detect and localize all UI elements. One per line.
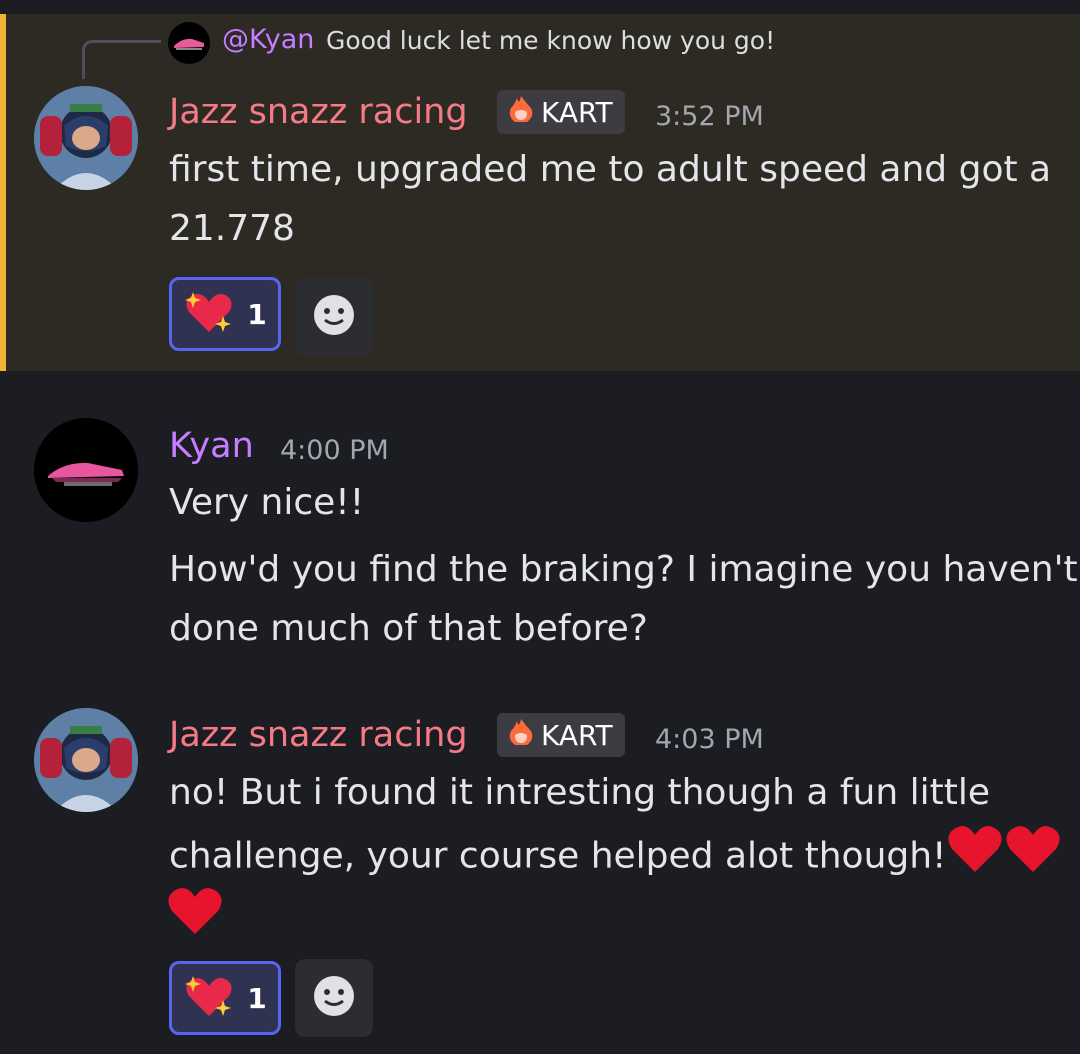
highlight-bar <box>0 14 6 371</box>
smiley-icon <box>313 294 355 340</box>
timestamp[interactable]: 4:03 PM <box>655 724 764 755</box>
role-tag-label: KART <box>541 718 613 752</box>
message-line: Very nice!! <box>169 482 365 523</box>
smiley-icon <box>313 975 355 1021</box>
top-strip <box>0 0 1080 14</box>
avatar[interactable] <box>34 708 138 812</box>
fire-icon <box>505 717 537 754</box>
reaction-button[interactable]: 1 <box>169 961 281 1035</box>
author-name[interactable]: Jazz snazz racing <box>169 715 468 755</box>
avatar[interactable] <box>34 86 138 190</box>
reply-mention[interactable]: @Kyan <box>222 24 314 55</box>
reply-connector <box>82 40 161 79</box>
heart-icon <box>166 884 224 940</box>
reaction-count: 1 <box>247 981 267 1015</box>
sparkling-heart-icon <box>183 972 235 1024</box>
timestamp[interactable]: 4:00 PM <box>280 435 389 466</box>
role-tag-label: KART <box>541 95 613 129</box>
role-tag[interactable]: KART <box>497 713 625 757</box>
message-line: first time, upgraded me to adult speed a… <box>169 149 1052 190</box>
add-reaction-button[interactable] <box>295 278 373 356</box>
role-tag[interactable]: KART <box>497 90 625 134</box>
timestamp[interactable]: 3:52 PM <box>655 101 764 132</box>
avatar[interactable] <box>34 418 138 522</box>
message-line: done much of that before? <box>169 608 648 649</box>
author-name[interactable]: Kyan <box>169 426 254 466</box>
add-reaction-button[interactable] <box>295 959 373 1037</box>
message-line: no! But i found it intresting though a f… <box>169 772 991 813</box>
fire-icon <box>505 94 537 131</box>
reaction-button[interactable]: 1 <box>169 277 281 351</box>
reaction-count: 1 <box>247 297 267 331</box>
message-line: How'd you find the braking? I imagine yo… <box>169 549 1078 590</box>
message-line: challenge, your course helped alot thoug… <box>169 835 947 877</box>
reply-avatar[interactable] <box>168 22 210 64</box>
heart-icon <box>1004 822 1062 893</box>
message-line-with-emoji: challenge, your course helped alot thoug… <box>169 822 1062 893</box>
reply-text[interactable]: Good luck let me know how you go! <box>326 26 775 55</box>
heart-icon <box>946 822 1004 893</box>
author-name[interactable]: Jazz snazz racing <box>169 92 468 132</box>
message-line: 21.778 <box>169 208 295 249</box>
sparkling-heart-icon <box>183 288 235 340</box>
